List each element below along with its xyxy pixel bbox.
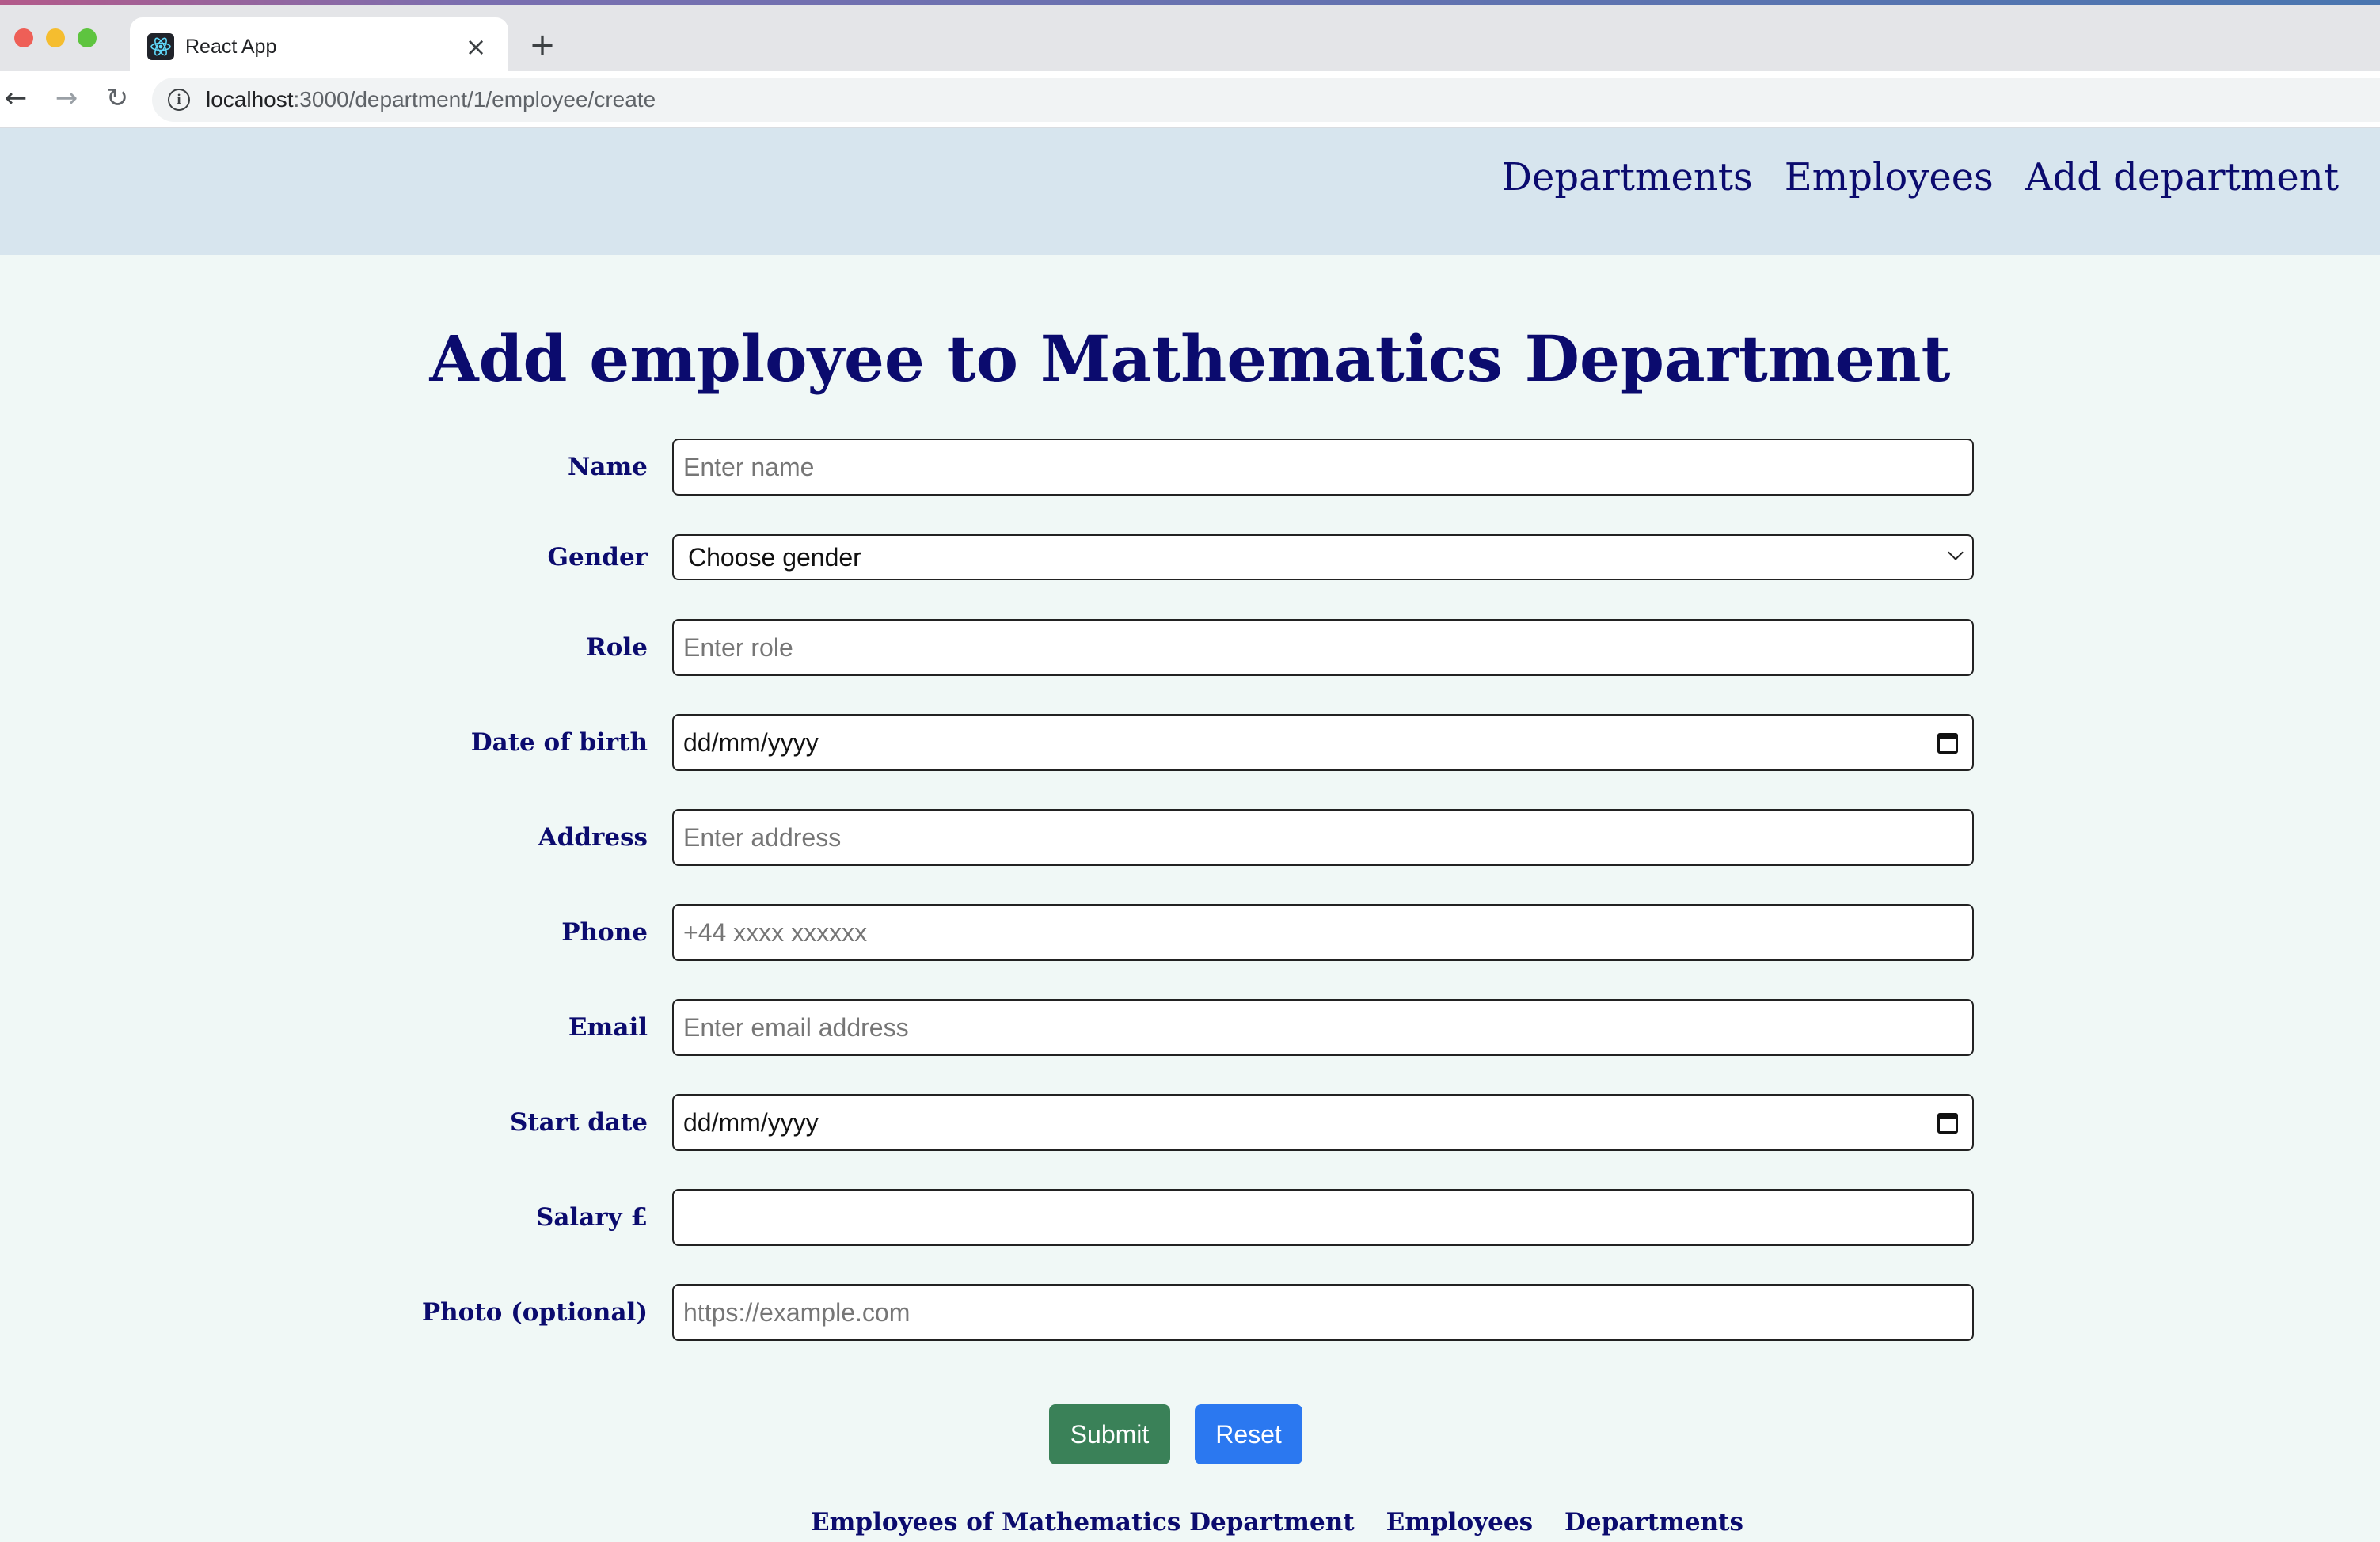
browser-tab[interactable]: React App ×: [130, 17, 508, 76]
name-input[interactable]: [672, 439, 1974, 496]
new-tab-icon[interactable]: +: [526, 28, 559, 62]
minimize-window-button[interactable]: [46, 28, 65, 47]
address-bar: ← → ↻ i localhost:3000/department/1/empl…: [0, 71, 2380, 128]
form-row-name: Name: [0, 439, 2380, 496]
maximize-window-button[interactable]: [78, 28, 97, 47]
photo-url-input[interactable]: [672, 1284, 1974, 1341]
tab-bar: React App × +: [0, 5, 2380, 76]
form-row-phone: Phone: [0, 904, 2380, 961]
nav-links: Departments Employees Add department: [1501, 152, 2339, 203]
phone-label: Phone: [561, 918, 648, 947]
forward-arrow-icon[interactable]: →: [49, 81, 84, 116]
reset-button[interactable]: Reset: [1195, 1404, 1302, 1464]
date-of-birth-input[interactable]: dd/mm/yyyy: [672, 714, 1974, 771]
start-date-input[interactable]: dd/mm/yyyy: [672, 1094, 1974, 1151]
form-row-gender: Gender Choose gender: [0, 529, 2380, 586]
role-input[interactable]: [672, 619, 1974, 676]
date-of-birth-value: dd/mm/yyyy: [683, 727, 819, 757]
photo-label: Photo (optional): [421, 1298, 648, 1327]
calendar-icon[interactable]: [1937, 733, 1958, 754]
address-label: Address: [538, 823, 648, 852]
name-label: Name: [568, 453, 648, 481]
nav-link-departments[interactable]: Departments: [1501, 152, 1752, 203]
url-input[interactable]: i localhost:3000/department/1/employee/c…: [152, 78, 2380, 122]
date-of-birth-label: Date of birth: [470, 728, 648, 757]
phone-input[interactable]: [672, 904, 1974, 961]
email-input[interactable]: [672, 999, 1974, 1056]
nav-link-add-department[interactable]: Add department: [2025, 152, 2339, 203]
tab-title: React App: [185, 36, 277, 58]
start-date-value: dd/mm/yyyy: [683, 1107, 819, 1137]
gender-select-value: Choose gender: [688, 542, 861, 572]
back-arrow-icon[interactable]: ←: [0, 81, 33, 116]
close-tab-icon[interactable]: ×: [461, 32, 491, 62]
start-date-label: Start date: [509, 1108, 648, 1137]
salary-input[interactable]: [672, 1189, 1974, 1246]
form-row-address: Address: [0, 809, 2380, 866]
submit-button[interactable]: Submit: [1049, 1404, 1170, 1464]
form-row-start-date: Start date dd/mm/yyyy: [0, 1094, 2380, 1151]
site-info-icon[interactable]: i: [168, 89, 190, 111]
page-title: Add employee to Mathematics Department: [429, 321, 1951, 396]
footer-link-department-employees[interactable]: Employees of Mathematics Department: [811, 1502, 1355, 1542]
chevron-down-icon: [1948, 545, 1964, 560]
gender-select[interactable]: Choose gender: [672, 534, 1974, 580]
form-row-photo: Photo (optional): [0, 1284, 2380, 1341]
role-label: Role: [586, 633, 648, 662]
footer-links: Employees of Mathematics Department Empl…: [811, 1502, 1743, 1542]
gender-label: Gender: [547, 543, 648, 572]
form-row-email: Email: [0, 999, 2380, 1056]
salary-label: Salary £: [535, 1203, 648, 1232]
url-text: localhost:3000/department/1/employee/cre…: [206, 87, 656, 112]
site-navbar: Departments Employees Add department: [0, 128, 2380, 255]
email-label: Email: [568, 1013, 648, 1042]
react-logo-icon: [147, 33, 174, 60]
reload-icon[interactable]: ↻: [100, 81, 135, 116]
footer-link-departments[interactable]: Departments: [1564, 1502, 1743, 1542]
footer-link-employees[interactable]: Employees: [1386, 1502, 1533, 1542]
nav-link-employees[interactable]: Employees: [1785, 152, 1994, 203]
close-window-button[interactable]: [14, 28, 33, 47]
form-row-role: Role: [0, 619, 2380, 676]
calendar-icon[interactable]: [1937, 1113, 1958, 1134]
address-input[interactable]: [672, 809, 1974, 866]
form-row-date-of-birth: Date of birth dd/mm/yyyy: [0, 714, 2380, 771]
form-row-salary: Salary £: [0, 1189, 2380, 1246]
